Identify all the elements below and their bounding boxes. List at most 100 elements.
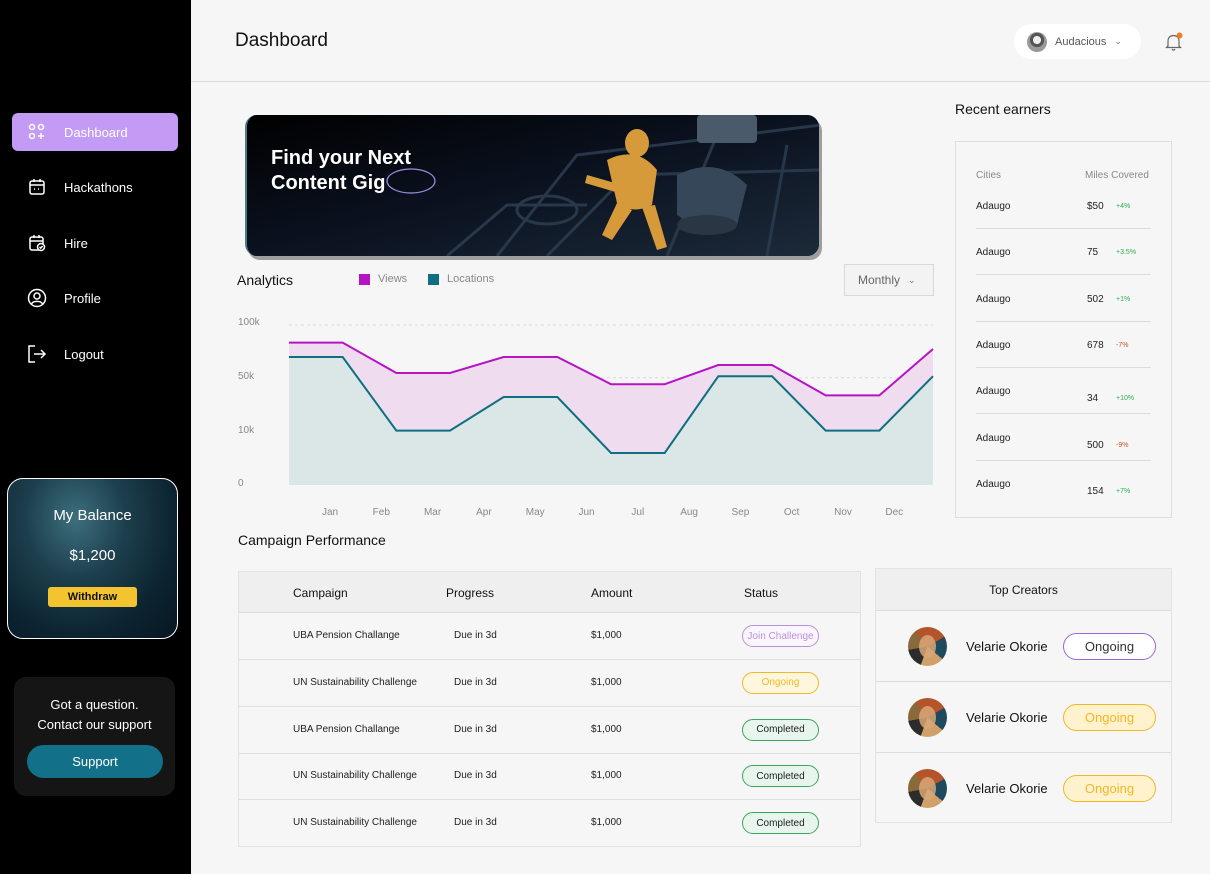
x-tick-label: May <box>526 507 545 518</box>
support-line-2: Contact our support <box>37 717 152 732</box>
sidebar-item-dashboard[interactable]: Dashboard <box>12 113 178 151</box>
legend-locations: Locations <box>428 273 494 285</box>
earner-value: 500 <box>1087 439 1104 451</box>
campaign-name: UN Sustainability Challenge <box>293 817 417 829</box>
status-badge[interactable]: Ongoing <box>1063 704 1156 731</box>
earner-value: 678 <box>1087 339 1104 351</box>
list-item: Velarie Okorie Ongoing <box>876 611 1171 682</box>
y-tick-label: 0 <box>238 478 244 489</box>
balance-title: My Balance <box>53 507 132 524</box>
earner-change: +4% <box>1116 203 1131 210</box>
sidebar-item-label: Logout <box>64 346 104 362</box>
column-header: Amount <box>591 586 633 600</box>
earner-value: 154 <box>1087 485 1104 497</box>
sidebar-item-profile[interactable]: Profile <box>12 279 178 317</box>
x-tick-label: Jul <box>631 507 644 518</box>
list-item: Adaugo 34 +10% <box>976 368 1151 415</box>
sidebar-item-label: Hackathons <box>64 179 133 195</box>
table-row[interactable]: UN Sustainability Challenge Due in 3d $1,0… <box>239 800 860 847</box>
earner-city: Adaugo <box>976 432 1011 444</box>
calendar-check-icon <box>26 232 48 254</box>
earner-city: Adaugo <box>976 478 1011 490</box>
campaign-progress: Due in 3d <box>454 676 497 688</box>
withdraw-button[interactable]: Withdraw <box>48 587 137 607</box>
earners-col-miles: Miles Covered <box>1085 170 1149 181</box>
creator-name: Velarie Okorie <box>966 781 1048 796</box>
legend-label: Views <box>378 273 408 285</box>
x-tick-label: Jan <box>322 507 338 518</box>
banner-title: Find your Next Content Gig <box>271 146 411 196</box>
y-tick-label: 100k <box>238 317 261 328</box>
earner-value: 75 <box>1087 247 1099 259</box>
promo-banner[interactable]: Find your Next Content Gig <box>245 115 819 256</box>
x-tick-label: Oct <box>784 507 800 518</box>
banner-title-line-2: Content Gig <box>271 172 386 194</box>
earner-city: Adaugo <box>976 293 1011 305</box>
y-tick-label: 10k <box>238 425 255 436</box>
balance-card: My Balance $1,200 Withdraw <box>7 478 178 639</box>
table-row[interactable]: UN Sustainability Challenge Due in 3d $1,0… <box>239 753 860 801</box>
top-creators-title: Top Creators <box>876 569 1171 611</box>
earners-title: Recent earners <box>955 101 1051 117</box>
legend-label: Locations <box>447 273 495 285</box>
x-tick-label: Nov <box>834 507 852 518</box>
status-badge[interactable]: Ongoing <box>1063 633 1156 660</box>
x-tick-label: Aug <box>680 507 698 518</box>
list-item: Adaugo 502 +1% <box>976 276 1151 322</box>
y-tick-label: 50k <box>238 371 255 382</box>
support-button[interactable]: Support <box>27 745 163 778</box>
table-row[interactable]: UBA Pension Challange Due in 3d $1,000 Join… <box>239 613 860 660</box>
analytics-title: Analytics <box>237 272 294 288</box>
table-row[interactable]: UBA Pension Challange Due in 3d $1,000 Comp… <box>239 707 860 754</box>
sidebar-item-logout[interactable]: Logout <box>12 335 178 373</box>
campaign-amount: $1,000 <box>591 817 622 829</box>
earner-city: Adaugo <box>976 386 1011 398</box>
x-tick-label: Jun <box>578 507 594 518</box>
sidebar-item-hire[interactable]: Hire <box>12 224 178 262</box>
support-text: Got a question. Contact our support <box>14 695 175 735</box>
support-card: Got a question. Contact our support Supp… <box>14 677 175 796</box>
analytics-chart: 100k 50k 10k 0 Jan Feb Mar Apr May Jun Jul Aug Sep Oc… <box>238 317 934 518</box>
avatar <box>908 698 947 737</box>
period-select[interactable]: Monthly ⌄ <box>844 264 934 296</box>
avatar <box>908 627 947 666</box>
campaign-table: Campaign Progress Amount Status UBA Pens… <box>238 571 861 847</box>
earner-change: +3.5% <box>1116 249 1137 257</box>
earner-value: 34 <box>1087 393 1099 405</box>
chevron-down-icon: ⌄ <box>1114 36 1122 46</box>
status-badge: Completed <box>742 765 819 788</box>
earner-change: -7% <box>1116 341 1129 349</box>
status-badge[interactable]: Join Challenge <box>742 625 819 647</box>
column-header: Progress <box>446 586 495 600</box>
user-menu[interactable]: Audacious ⌄ <box>1014 24 1141 59</box>
earner-change: +1% <box>1116 295 1131 303</box>
page-title: Dashboard <box>235 30 328 51</box>
table-header: Campaign Progress Amount Status <box>239 572 860 613</box>
legend-views: Views <box>359 273 407 285</box>
notification-bell-icon[interactable] <box>1164 32 1184 52</box>
campaign-title: Campaign Performance <box>238 532 386 548</box>
x-tick-label: Dec <box>885 507 903 518</box>
earner-change: +10% <box>1116 395 1135 403</box>
earners-col-city: Cities <box>976 170 1002 181</box>
top-bar: Dashboard Audacious ⌄ <box>191 0 1210 82</box>
sidebar-item-hackathons[interactable]: Hackathons <box>12 168 178 206</box>
status-badge: Completed <box>742 812 819 835</box>
legend-swatch <box>428 273 439 285</box>
calendar-icon <box>26 176 48 198</box>
status-badge: Completed <box>742 718 819 741</box>
earner-city: Adaugo <box>976 247 1011 259</box>
campaign-name: UBA Pension Challange <box>293 723 400 735</box>
campaign-amount: $1,000 <box>591 770 622 782</box>
list-item: Velarie Okorie Ongoing <box>876 753 1171 824</box>
logout-icon <box>26 343 48 365</box>
list-item: Adaugo 678 -7% <box>976 322 1151 368</box>
earner-city: Adaugo <box>976 201 1011 212</box>
status-badge[interactable]: Ongoing <box>1063 775 1156 802</box>
avatar <box>1027 31 1047 52</box>
support-line-1: Got a question. <box>50 697 139 712</box>
user-name: Audacious <box>1055 35 1107 48</box>
table-row[interactable]: UN Sustainability Challenge Due in 3d $1,0… <box>239 660 860 707</box>
column-header: Status <box>744 586 779 600</box>
banner-title-line-1: Find your Next <box>271 147 412 169</box>
